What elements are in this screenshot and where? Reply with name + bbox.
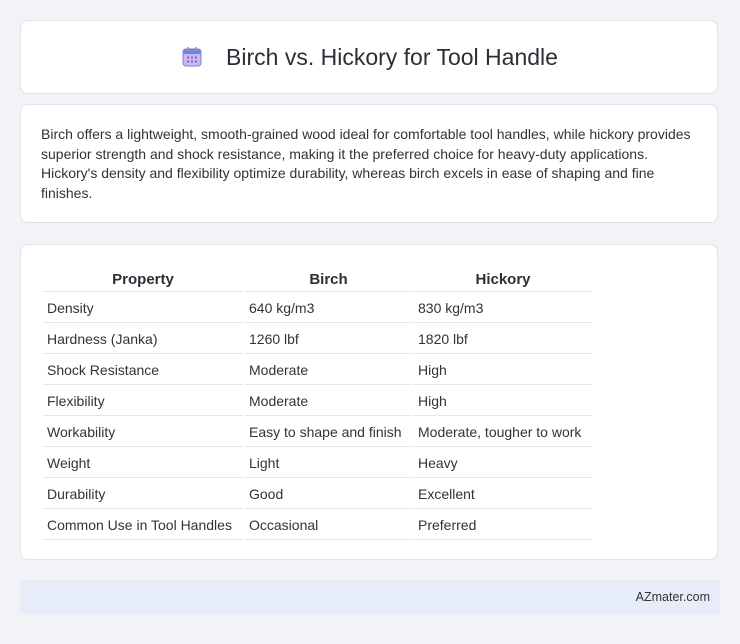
table-header-row: Property Birch Hickory [43,267,592,292]
birch-cell: Light [245,449,412,478]
hickory-cell: 1820 lbf [414,325,592,354]
page-title: Birch vs. Hickory for Tool Handle [226,43,558,70]
description-text: Birch offers a lightweight, smooth-grain… [41,126,691,201]
birch-cell: Occasional [245,511,412,540]
hickory-cell: High [414,387,592,416]
hickory-cell: High [414,356,592,385]
hickory-cell: Excellent [414,480,592,509]
birch-cell: 640 kg/m3 [245,294,412,323]
table-row: Durability Good Excellent [43,480,592,509]
property-cell: Hardness (Janka) [43,325,243,354]
table-row: Hardness (Janka) 1260 lbf 1820 lbf [43,325,592,354]
column-header-hickory: Hickory [414,267,592,292]
property-cell: Shock Resistance [43,356,243,385]
property-cell: Flexibility [43,387,243,416]
property-cell: Durability [43,480,243,509]
comparison-card: Property Birch Hickory Density 640 kg/m3… [20,244,718,560]
property-cell: Weight [43,449,243,478]
hickory-cell: 830 kg/m3 [414,294,592,323]
table-row: Flexibility Moderate High [43,387,592,416]
hickory-cell: Moderate, tougher to work [414,418,592,447]
birch-cell: Easy to shape and finish [245,418,412,447]
calendar-icon [180,45,204,69]
birch-cell: Good [245,480,412,509]
birch-cell: Moderate [245,387,412,416]
description-card: Birch offers a lightweight, smooth-grain… [20,104,718,223]
property-cell: Workability [43,418,243,447]
table-row: Shock Resistance Moderate High [43,356,592,385]
table-row: Workability Easy to shape and finish Mod… [43,418,592,447]
column-header-property: Property [43,267,243,292]
footer-bar: AZmater.com [20,580,720,614]
table-row: Common Use in Tool Handles Occasional Pr… [43,511,592,540]
footer-brand: AZmater.com [635,590,710,604]
birch-cell: 1260 lbf [245,325,412,354]
hickory-cell: Heavy [414,449,592,478]
column-header-birch: Birch [245,267,412,292]
hickory-cell: Preferred [414,511,592,540]
property-cell: Density [43,294,243,323]
title-card: Birch vs. Hickory for Tool Handle [20,20,718,94]
table-row: Density 640 kg/m3 830 kg/m3 [43,294,592,323]
comparison-table: Property Birch Hickory Density 640 kg/m3… [41,265,594,542]
birch-cell: Moderate [245,356,412,385]
property-cell: Common Use in Tool Handles [43,511,243,540]
table-row: Weight Light Heavy [43,449,592,478]
